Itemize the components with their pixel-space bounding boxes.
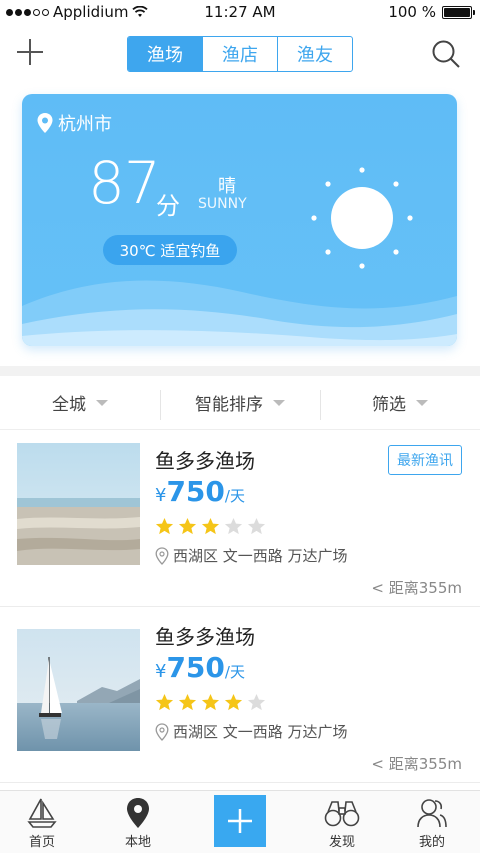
caret-down-icon	[96, 399, 108, 406]
price-unit: /天	[224, 487, 245, 505]
bottom-tab-bar: 首页 本地 发现 我的	[0, 790, 480, 853]
listing-name: 鱼多多渔场	[155, 449, 255, 473]
location-pin-icon	[155, 546, 169, 565]
star-filled-icon	[155, 693, 174, 711]
address-text: 西湖区 文一西路 万达广场	[173, 723, 348, 741]
listing-name: 鱼多多渔场	[155, 625, 255, 649]
filter-sort[interactable]: 智能排序	[160, 390, 320, 420]
star-filled-icon	[201, 693, 220, 711]
price-currency: ¥	[155, 485, 167, 506]
location-pin-icon	[127, 798, 149, 828]
filter-area[interactable]: 全城	[0, 390, 160, 415]
fishing-score: 87	[88, 149, 161, 217]
tab-mine-label: 我的	[418, 835, 445, 850]
location-pin-icon	[37, 113, 53, 133]
distance-label: < 距离355m	[371, 755, 462, 773]
battery-percent: 100 %	[388, 3, 436, 21]
wave-decoration	[22, 280, 457, 346]
tab-discover[interactable]: 发现	[302, 791, 382, 853]
caret-down-icon	[273, 399, 285, 406]
city-name: 杭州市	[58, 114, 112, 135]
tab-local-label: 本地	[124, 835, 151, 850]
listing-address: 西湖区 文一西路 万达广场	[155, 721, 348, 742]
filter-screen-label: 筛选	[372, 395, 406, 415]
list-item[interactable]: 鱼多多渔场 ¥ 750 /天 西湖区 文一西路 万达广场 < 距离355m	[0, 607, 480, 783]
star-empty-icon	[247, 517, 266, 535]
tab-friends[interactable]: 渔友	[278, 37, 352, 71]
weather-condition-en: SUNNY	[198, 196, 247, 212]
plus-icon	[228, 809, 252, 833]
binoculars-icon	[324, 801, 360, 827]
tab-home-label: 首页	[28, 835, 55, 850]
address-text: 西湖区 文一西路 万达广场	[173, 547, 348, 565]
price-value: 750	[166, 475, 225, 508]
status-bar: Applidium 11:27 AM 100 %	[0, 0, 480, 24]
filter-sort-label: 智能排序	[195, 395, 263, 415]
beach-photo	[17, 443, 140, 565]
tab-local[interactable]: 本地	[98, 791, 178, 853]
sailboat-photo	[17, 629, 140, 751]
listing-price: ¥ 750 /天	[155, 651, 245, 684]
tab-fishery[interactable]: 渔场	[128, 37, 203, 71]
tab-home[interactable]: 首页	[2, 791, 82, 853]
star-filled-icon	[178, 517, 197, 535]
add-button[interactable]	[14, 36, 46, 68]
battery-icon	[442, 5, 475, 19]
filter-bar: 全城 智能排序 筛选	[0, 376, 480, 430]
filter-screen[interactable]: 筛选	[320, 390, 480, 420]
tab-discover-label: 发现	[328, 835, 355, 850]
star-filled-icon	[224, 693, 243, 711]
location-pin-icon	[155, 722, 169, 741]
star-empty-icon	[247, 693, 266, 711]
star-filled-icon	[155, 517, 174, 535]
rating-stars	[155, 693, 266, 712]
price-currency: ¥	[155, 661, 167, 682]
filter-area-label: 全城	[52, 395, 86, 415]
listing-price: ¥ 750 /天	[155, 475, 245, 508]
section-divider	[0, 366, 480, 376]
news-badge[interactable]: 最新渔讯	[388, 445, 462, 475]
score-unit: 分	[156, 192, 180, 220]
tab-shop[interactable]: 渔店	[203, 37, 278, 71]
distance-label: < 距离355m	[371, 579, 462, 597]
price-value: 750	[166, 651, 225, 684]
caret-down-icon	[416, 399, 428, 406]
list-item[interactable]: 鱼多多渔场 最新渔讯 ¥ 750 /天 西湖区 文一西路 万达广场 < 距离35…	[0, 431, 480, 607]
tab-mine[interactable]: 我的	[392, 791, 472, 853]
publish-button[interactable]	[214, 795, 266, 847]
listing-address: 西湖区 文一西路 万达广场	[155, 545, 348, 566]
star-filled-icon	[201, 517, 220, 535]
top-nav: 渔场 渔店 渔友	[0, 24, 480, 84]
battery-group: 100 %	[388, 3, 475, 21]
price-unit: /天	[224, 663, 245, 681]
weather-condition: 晴	[218, 176, 236, 197]
location[interactable]: 杭州市	[36, 110, 112, 136]
plus-icon	[17, 39, 43, 65]
fishing-advice-badge: 30℃ 适宜钓鱼	[103, 235, 237, 265]
rating-stars	[155, 517, 266, 536]
star-filled-icon	[178, 693, 197, 711]
weather-card[interactable]: 杭州市 87 分 晴 SUNNY 30℃ 适宜钓鱼	[22, 94, 457, 346]
sun-icon	[311, 167, 413, 269]
user-icon	[417, 799, 447, 828]
segment-control: 渔场 渔店 渔友	[127, 36, 353, 72]
search-button[interactable]	[430, 38, 462, 70]
search-icon	[432, 40, 460, 68]
star-empty-icon	[224, 517, 243, 535]
sailboat-icon	[27, 798, 57, 828]
